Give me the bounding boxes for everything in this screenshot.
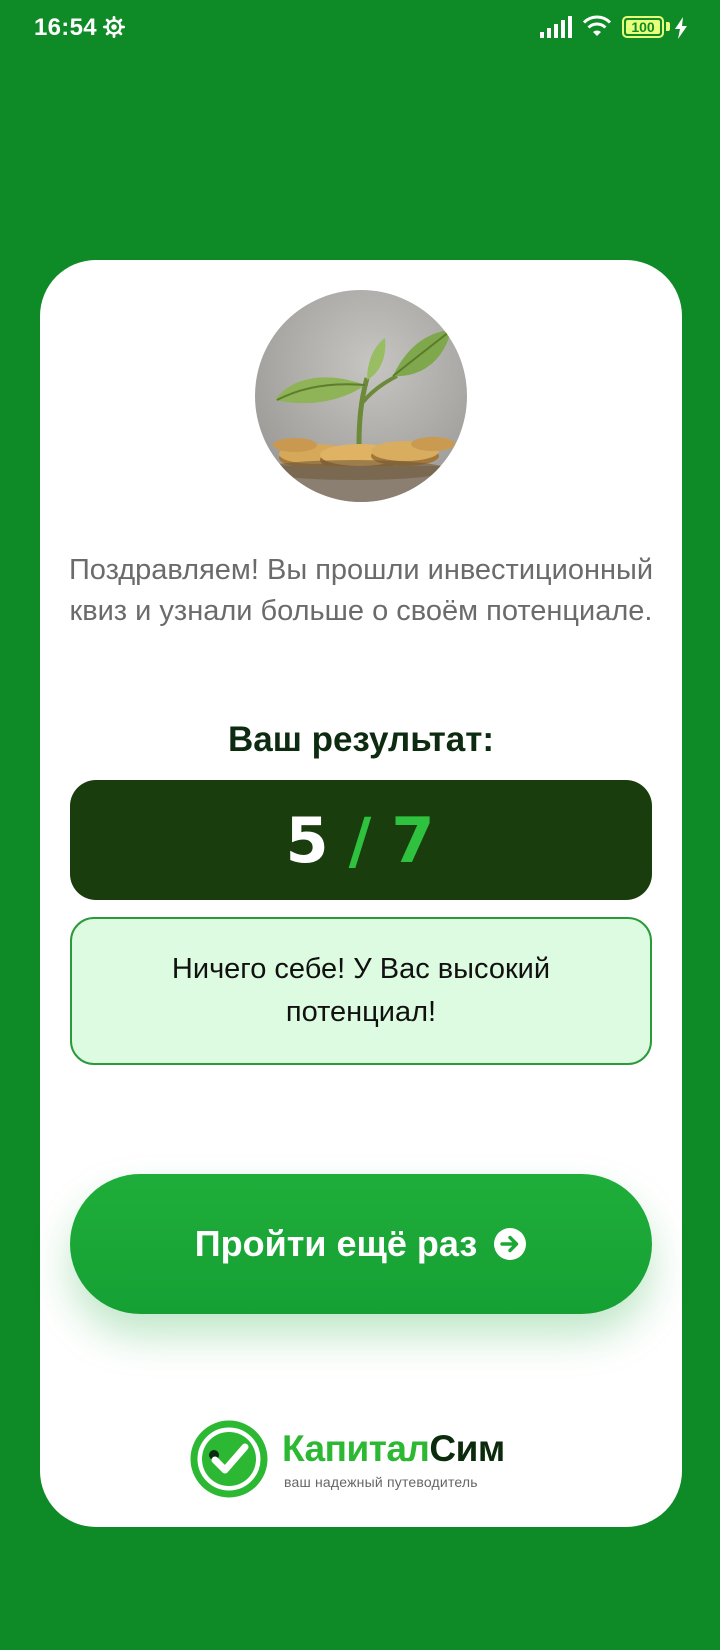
battery-tip xyxy=(666,22,670,31)
intro-text: Поздравляем! Вы прошли инвестиционный кв… xyxy=(68,554,654,627)
status-bar: 16:54 100 xyxy=(0,0,720,56)
brand-name: КапиталСим xyxy=(282,1428,505,1470)
score-correct: 5 xyxy=(285,803,331,877)
retry-quiz-button[interactable]: Пройти ещё раз xyxy=(70,1174,652,1314)
battery-icon: 100 xyxy=(622,16,664,38)
arrow-right-circle-icon xyxy=(494,1228,527,1260)
brand-tagline: ваш надежный путеводитель xyxy=(284,1474,478,1490)
score-box: 5/7 xyxy=(70,780,652,900)
score-display: 5/7 xyxy=(286,804,437,877)
score-separator: / xyxy=(348,803,374,877)
battery-level: 100 xyxy=(631,19,655,35)
brand-name-part2: Сим xyxy=(429,1428,505,1469)
brand-logo: КапиталСим ваш надежный путеводитель xyxy=(190,1420,530,1500)
result-message-box: Ничего себе! У Вас высокий потенциал! xyxy=(70,917,652,1065)
score-total: 7 xyxy=(391,803,437,877)
result-message: Ничего себе! У Вас высокий потенциал! xyxy=(171,953,551,1028)
result-title: Ваш результат: xyxy=(227,720,495,759)
wifi-icon xyxy=(582,15,612,36)
gear-icon xyxy=(103,16,125,38)
retry-button-label: Пройти ещё раз xyxy=(194,1223,478,1264)
status-time: 16:54 xyxy=(34,14,97,41)
checkmark-circle-icon xyxy=(190,1420,268,1498)
quiz-result-card: Поздравляем! Вы прошли инвестиционный кв… xyxy=(40,260,682,1527)
signal-icon xyxy=(540,16,572,38)
charging-bolt-icon xyxy=(675,17,687,39)
sprout-on-coins-image xyxy=(255,290,467,502)
brand-name-part1: Капитал xyxy=(282,1428,430,1469)
